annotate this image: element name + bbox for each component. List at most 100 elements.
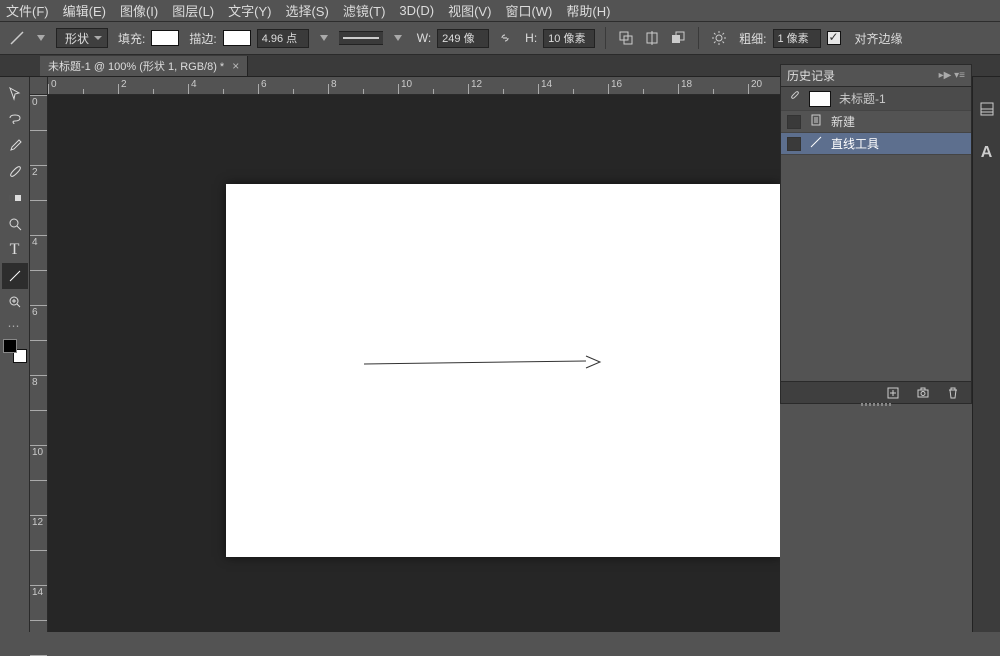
ruler-vertical: 0 2 4 6 8 10 12 14 bbox=[30, 95, 48, 632]
align-edges-label: 对齐边缘 bbox=[855, 30, 903, 47]
menu-layer[interactable]: 图层(L) bbox=[172, 1, 214, 20]
menu-edit[interactable]: 编辑(E) bbox=[63, 1, 106, 20]
separator bbox=[698, 27, 699, 49]
selection-tool[interactable] bbox=[2, 81, 28, 107]
stroke-style-dropdown[interactable] bbox=[339, 31, 383, 45]
fill-swatch[interactable] bbox=[151, 30, 179, 46]
close-tab-icon[interactable]: × bbox=[232, 59, 239, 73]
snapshot-icon[interactable] bbox=[915, 385, 931, 401]
history-panel-title: 历史记录 bbox=[787, 67, 835, 84]
path-combine-icon[interactable] bbox=[616, 28, 636, 48]
menu-file[interactable]: 文件(F) bbox=[6, 1, 49, 20]
canvas-thumb-icon bbox=[809, 91, 831, 107]
history-slot-icon bbox=[787, 137, 801, 151]
shape-mode-label: 形状 bbox=[65, 30, 89, 47]
ruler-v-number: 12 bbox=[32, 517, 48, 528]
history-document-name: 未标题-1 bbox=[839, 90, 886, 107]
ruler-h-number: 6 bbox=[261, 79, 267, 90]
ruler-h-number: 20 bbox=[751, 79, 762, 90]
ruler-v-number: 0 bbox=[32, 97, 48, 108]
menu-select[interactable]: 选择(S) bbox=[285, 1, 328, 20]
menu-view[interactable]: 视图(V) bbox=[448, 1, 491, 20]
workspace: T ⋯ 02468101214161820 02468101214 历史记录 bbox=[0, 77, 1000, 632]
stroke-width-dropdown-icon[interactable] bbox=[315, 29, 333, 47]
height-label: H: bbox=[525, 31, 537, 45]
height-input[interactable]: 10 像素 bbox=[543, 29, 595, 48]
options-bar: 形状 填充: 描边: 4.96 点 W: 249 像 H: 10 像素 粗细: … bbox=[0, 22, 1000, 55]
history-panel-header[interactable]: 历史记录 ▸▶ ▾≡ bbox=[781, 65, 971, 87]
menu-filter[interactable]: 滤镜(T) bbox=[343, 1, 386, 20]
width-label: W: bbox=[417, 31, 431, 45]
type-tool[interactable]: T bbox=[2, 237, 28, 263]
menu-type[interactable]: 文字(Y) bbox=[228, 1, 271, 20]
gradient-tool[interactable] bbox=[2, 185, 28, 211]
eyedropper-tool[interactable] bbox=[2, 133, 28, 159]
docked-panel-icon[interactable] bbox=[975, 97, 999, 121]
character-panel-icon[interactable]: A bbox=[975, 141, 999, 165]
menu-3d[interactable]: 3D(D) bbox=[399, 3, 434, 18]
toolbox: T ⋯ bbox=[0, 77, 30, 632]
panel-resize-handle[interactable] bbox=[781, 401, 971, 407]
link-dimensions-icon[interactable] bbox=[495, 28, 515, 48]
ruler-h-number: 0 bbox=[51, 79, 57, 90]
create-document-from-state-icon[interactable] bbox=[885, 385, 901, 401]
foreground-background-swatch[interactable] bbox=[3, 339, 27, 363]
canvas-area[interactable] bbox=[48, 95, 780, 632]
ruler-horizontal: 02468101214161820 bbox=[30, 77, 780, 95]
ruler-v-number: 4 bbox=[32, 237, 48, 248]
document-tab-title: 未标题-1 @ 100% (形状 1, RGB/8) * bbox=[48, 58, 224, 74]
ruler-v-number: 6 bbox=[32, 307, 48, 318]
arrow-shape[interactable] bbox=[364, 354, 604, 374]
ruler-h-number: 16 bbox=[611, 79, 622, 90]
line-tool[interactable] bbox=[2, 263, 28, 289]
thickness-input[interactable]: 1 像素 bbox=[773, 29, 821, 48]
page-canvas[interactable] bbox=[226, 184, 780, 557]
thickness-label: 粗细: bbox=[739, 30, 766, 47]
right-panel-column: 历史记录 ▸▶ ▾≡ 未标题-1 新建 bbox=[780, 77, 1000, 632]
menu-image[interactable]: 图像(I) bbox=[120, 1, 158, 20]
stroke-style-dropdown-icon[interactable] bbox=[389, 29, 407, 47]
history-panel-footer bbox=[781, 381, 971, 403]
path-arrange-icon[interactable] bbox=[668, 28, 688, 48]
shape-mode-dropdown[interactable]: 形状 bbox=[56, 28, 108, 48]
history-panel: 历史记录 ▸▶ ▾≡ 未标题-1 新建 bbox=[780, 64, 972, 404]
ruler-h-number: 10 bbox=[401, 79, 412, 90]
lasso-tool[interactable] bbox=[2, 107, 28, 133]
toolbox-more-icon[interactable]: ⋯ bbox=[0, 319, 29, 333]
history-step-new[interactable]: 新建 bbox=[781, 111, 971, 133]
magnify-tool[interactable] bbox=[2, 289, 28, 315]
document-tab[interactable]: 未标题-1 @ 100% (形状 1, RGB/8) * × bbox=[40, 56, 248, 76]
ruler-h-number: 2 bbox=[121, 79, 127, 90]
ruler-h-number: 8 bbox=[331, 79, 337, 90]
stroke-width-input[interactable]: 4.96 点 bbox=[257, 29, 309, 48]
fill-label: 填充: bbox=[118, 30, 145, 47]
separator bbox=[605, 27, 606, 49]
ruler-v-number: 8 bbox=[32, 377, 48, 388]
ruler-v-number: 14 bbox=[32, 587, 48, 598]
history-document-row[interactable]: 未标题-1 bbox=[781, 87, 971, 111]
ruler-v-number: 2 bbox=[32, 167, 48, 178]
ruler-corner bbox=[30, 77, 48, 95]
gear-icon[interactable] bbox=[709, 28, 729, 48]
history-slot-icon bbox=[787, 115, 801, 129]
ruler-h-number: 14 bbox=[541, 79, 552, 90]
menu-window[interactable]: 窗口(W) bbox=[505, 1, 552, 20]
line-tool-icon[interactable] bbox=[8, 29, 26, 47]
zoom-tool[interactable] bbox=[2, 211, 28, 237]
align-edges-checkbox[interactable] bbox=[827, 31, 841, 45]
tool-preset-dropdown[interactable] bbox=[32, 29, 50, 47]
ruler-v-number: 10 bbox=[32, 447, 48, 458]
stroke-label: 描边: bbox=[189, 30, 216, 47]
path-align-icon[interactable] bbox=[642, 28, 662, 48]
history-step-label: 新建 bbox=[831, 113, 855, 130]
menu-bar: 文件(F) 编辑(E) 图像(I) 图层(L) 文字(Y) 选择(S) 滤镜(T… bbox=[0, 0, 1000, 22]
brush-history-icon bbox=[787, 90, 801, 107]
menu-help[interactable]: 帮助(H) bbox=[566, 1, 610, 20]
width-input[interactable]: 249 像 bbox=[437, 29, 489, 48]
history-step-line-tool[interactable]: 直线工具 bbox=[781, 133, 971, 155]
trash-icon[interactable] bbox=[945, 385, 961, 401]
ruler-h-number: 12 bbox=[471, 79, 482, 90]
panel-flyout-icon[interactable]: ▸▶ ▾≡ bbox=[939, 70, 965, 81]
brush-tool[interactable] bbox=[2, 159, 28, 185]
stroke-swatch[interactable] bbox=[223, 30, 251, 46]
